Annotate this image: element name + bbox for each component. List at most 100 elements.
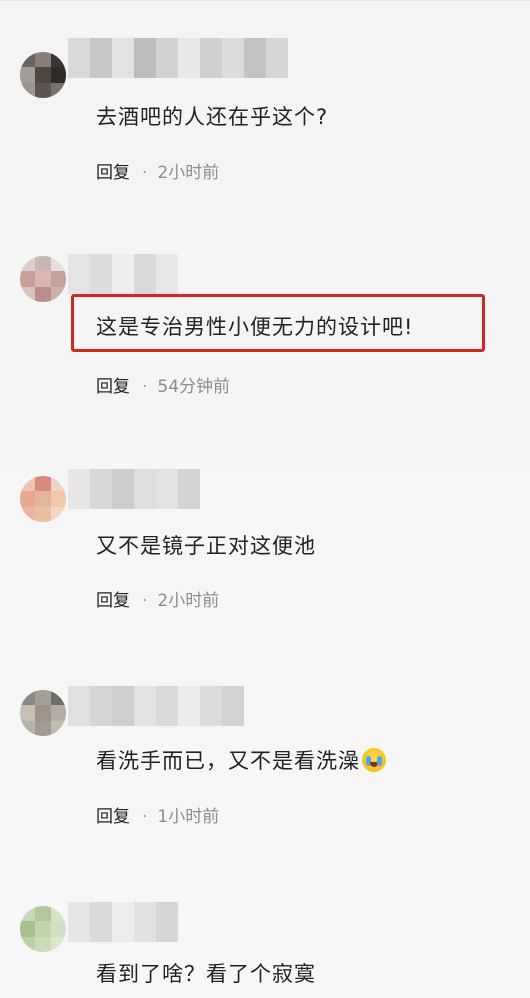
comment-text: 这是专治男性小便无力的设计吧! (96, 315, 414, 339)
blurred-avatar-icon[interactable] (20, 906, 66, 952)
avatar-pixel (20, 906, 35, 921)
username-pixel (156, 686, 178, 726)
avatar-pixel (20, 507, 35, 522)
avatar-pixel (51, 491, 66, 507)
avatar-pixel (20, 705, 35, 721)
avatar-pixel (20, 921, 35, 937)
username-pixel (222, 686, 244, 726)
comment-time: 1小时前 (157, 807, 220, 827)
username-pixel (244, 38, 266, 78)
separator-dot: · (142, 377, 148, 397)
blurred-avatar-icon[interactable] (20, 690, 66, 736)
reply-button[interactable]: 回复 (96, 377, 130, 397)
avatar-pixel (35, 921, 51, 937)
username-pixel (156, 38, 178, 78)
username-pixel (134, 902, 156, 942)
blurred-username[interactable] (68, 686, 244, 726)
username-pixel (90, 469, 112, 509)
username-pixel (112, 469, 134, 509)
blurred-username[interactable] (68, 902, 178, 942)
crying-laughing-emoji-icon (362, 748, 386, 772)
username-pixel (156, 902, 178, 942)
avatar-pixel (51, 937, 66, 952)
avatar-pixel (20, 256, 35, 271)
avatar-pixel (51, 287, 66, 302)
avatar-pixel (35, 287, 51, 302)
avatar-pixel (35, 937, 51, 952)
avatar-pixel (20, 721, 35, 736)
comment-time: 54分钟前 (157, 377, 231, 397)
avatar-pixel (35, 507, 51, 522)
emoji-mouth (370, 762, 378, 767)
avatar-pixel (51, 705, 66, 721)
comment-meta: 回复 · 2小时前 (96, 586, 219, 611)
avatar-pixel (51, 690, 66, 705)
comment-text-content: 看洗手而已，又不是看洗澡 (96, 749, 360, 773)
top-divider (0, 0, 530, 1)
username-pixel (68, 686, 90, 726)
username-pixel (156, 254, 178, 294)
username-pixel (112, 38, 134, 78)
username-pixel (134, 254, 156, 294)
username-pixel (266, 38, 288, 78)
blurred-username[interactable] (68, 38, 288, 78)
username-pixel (90, 38, 112, 78)
avatar-pixel (20, 271, 35, 287)
comment-time: 2小时前 (157, 163, 220, 183)
avatar-pixel (35, 476, 51, 491)
comment-list-page: 去酒吧的人还在乎这个? 回复 · 2小时前 这是专治男性小便无力的设计吧! 回复 · 5… (0, 0, 530, 998)
username-pixel (178, 686, 200, 726)
avatar-pixel (51, 256, 66, 271)
separator-dot: · (142, 807, 148, 827)
avatar-pixel (20, 937, 35, 952)
username-pixel (68, 38, 90, 78)
username-pixel (68, 902, 90, 942)
username-pixel (178, 469, 200, 509)
avatar-pixel (51, 83, 66, 98)
avatar-pixel (51, 507, 66, 522)
username-pixel (134, 469, 156, 509)
blurred-avatar-icon[interactable] (20, 476, 66, 522)
avatar-pixel (35, 52, 51, 67)
comment-text: 又不是镜子正对这便池 (96, 534, 316, 558)
username-pixel (178, 38, 200, 78)
avatar-pixel (35, 906, 51, 921)
avatar-pixel (20, 67, 35, 83)
blurred-avatar-icon[interactable] (20, 256, 66, 302)
comment-meta: 回复 · 1小时前 (96, 802, 219, 827)
blurred-avatar-icon[interactable] (20, 52, 66, 98)
separator-dot: · (142, 163, 148, 183)
username-pixel (200, 38, 222, 78)
comment-text: 去酒吧的人还在乎这个? (96, 105, 329, 129)
avatar-pixel (35, 256, 51, 271)
avatar-pixel (51, 52, 66, 67)
username-pixel (90, 686, 112, 726)
username-pixel (68, 254, 90, 294)
reply-button[interactable]: 回复 (96, 807, 130, 827)
username-pixel (156, 469, 178, 509)
username-pixel (90, 254, 112, 294)
username-pixel (222, 38, 244, 78)
avatar-pixel (51, 67, 66, 83)
avatar-pixel (35, 705, 51, 721)
avatar-pixel (20, 83, 35, 98)
reply-button[interactable]: 回复 (96, 591, 130, 611)
avatar-pixel (51, 921, 66, 937)
avatar-pixel (20, 491, 35, 507)
avatar-pixel (20, 287, 35, 302)
username-pixel (134, 38, 156, 78)
avatar-pixel (51, 271, 66, 287)
avatar-pixel (20, 52, 35, 67)
separator-dot: · (142, 591, 148, 611)
avatar-pixel (51, 721, 66, 736)
blurred-username[interactable] (68, 469, 200, 509)
avatar-pixel (20, 476, 35, 491)
reply-button[interactable]: 回复 (96, 163, 130, 183)
comment-meta: 回复 · 2小时前 (96, 158, 219, 183)
avatar-pixel (35, 271, 51, 287)
avatar-pixel (35, 721, 51, 736)
avatar-pixel (35, 491, 51, 507)
blurred-username[interactable] (68, 254, 178, 294)
username-pixel (112, 686, 134, 726)
comment-text: 看到了啥？看了个寂寞 (96, 962, 316, 986)
